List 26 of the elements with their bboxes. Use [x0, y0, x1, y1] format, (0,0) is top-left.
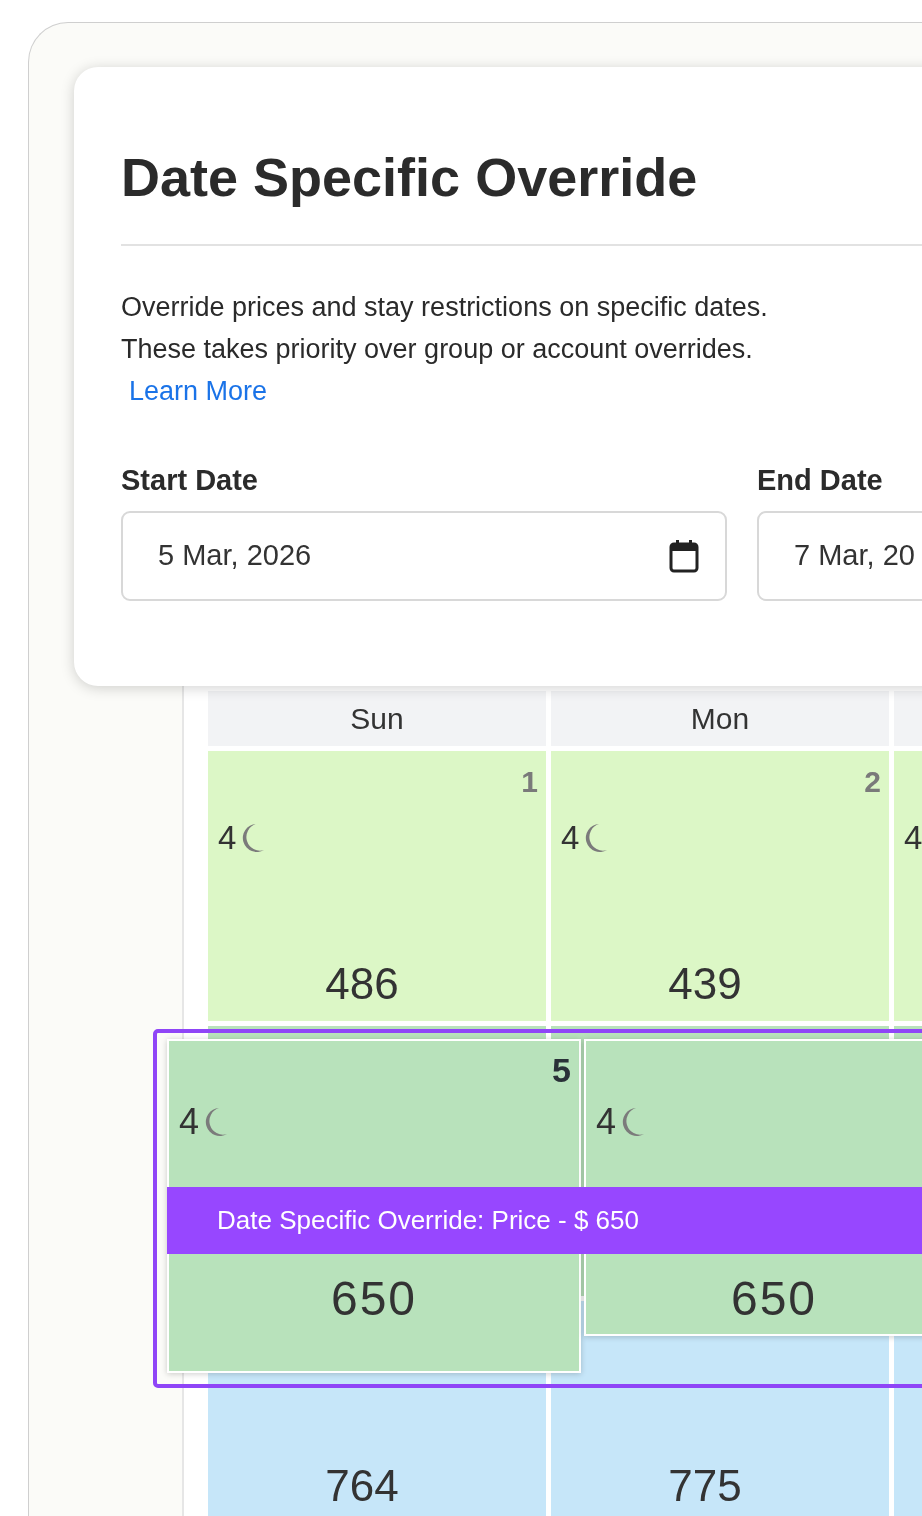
description-text: Override prices and stay restrictions on specific dates. These takes priority over group or account overrides. Learn More — [121, 290, 769, 408]
dialog-title: Date Specific Override — [121, 146, 699, 209]
nights-count: 4 — [904, 819, 922, 857]
day-cell[interactable]: 1 4 486 — [208, 751, 546, 1021]
day-number: 5 — [552, 1051, 571, 1090]
price-text: 775 — [667, 1461, 743, 1511]
nights-count: 4 — [179, 1101, 200, 1143]
field-label: Start Date — [121, 463, 259, 497]
price-text: 650 — [329, 1271, 419, 1326]
price-text: 486 — [324, 959, 400, 1009]
weekday-header: Sun — [208, 691, 546, 746]
day-cell[interactable]: 2 4 439 — [551, 751, 889, 1021]
nights-count: 4 — [218, 819, 237, 857]
price-text: 439 — [667, 959, 743, 1009]
price-text: 764 — [324, 1461, 400, 1511]
weekday-header: Mon — [551, 691, 889, 746]
day-number: 2 — [864, 765, 881, 799]
date-field[interactable]: 5 Mar, 2026 — [121, 510, 727, 601]
day-number: 1 — [521, 765, 538, 799]
override-banner: Date Specific Override: Price - $ 650 — [167, 1187, 922, 1254]
day-cell[interactable]: 4 — [894, 751, 922, 1021]
field-label: End Date — [757, 463, 884, 497]
learn-more-link[interactable]: Learn More — [129, 375, 268, 406]
nights-count: 4 — [596, 1101, 617, 1143]
nights-count: 4 — [561, 819, 580, 857]
date-field[interactable]: 7 Mar, 20 — [757, 510, 922, 601]
